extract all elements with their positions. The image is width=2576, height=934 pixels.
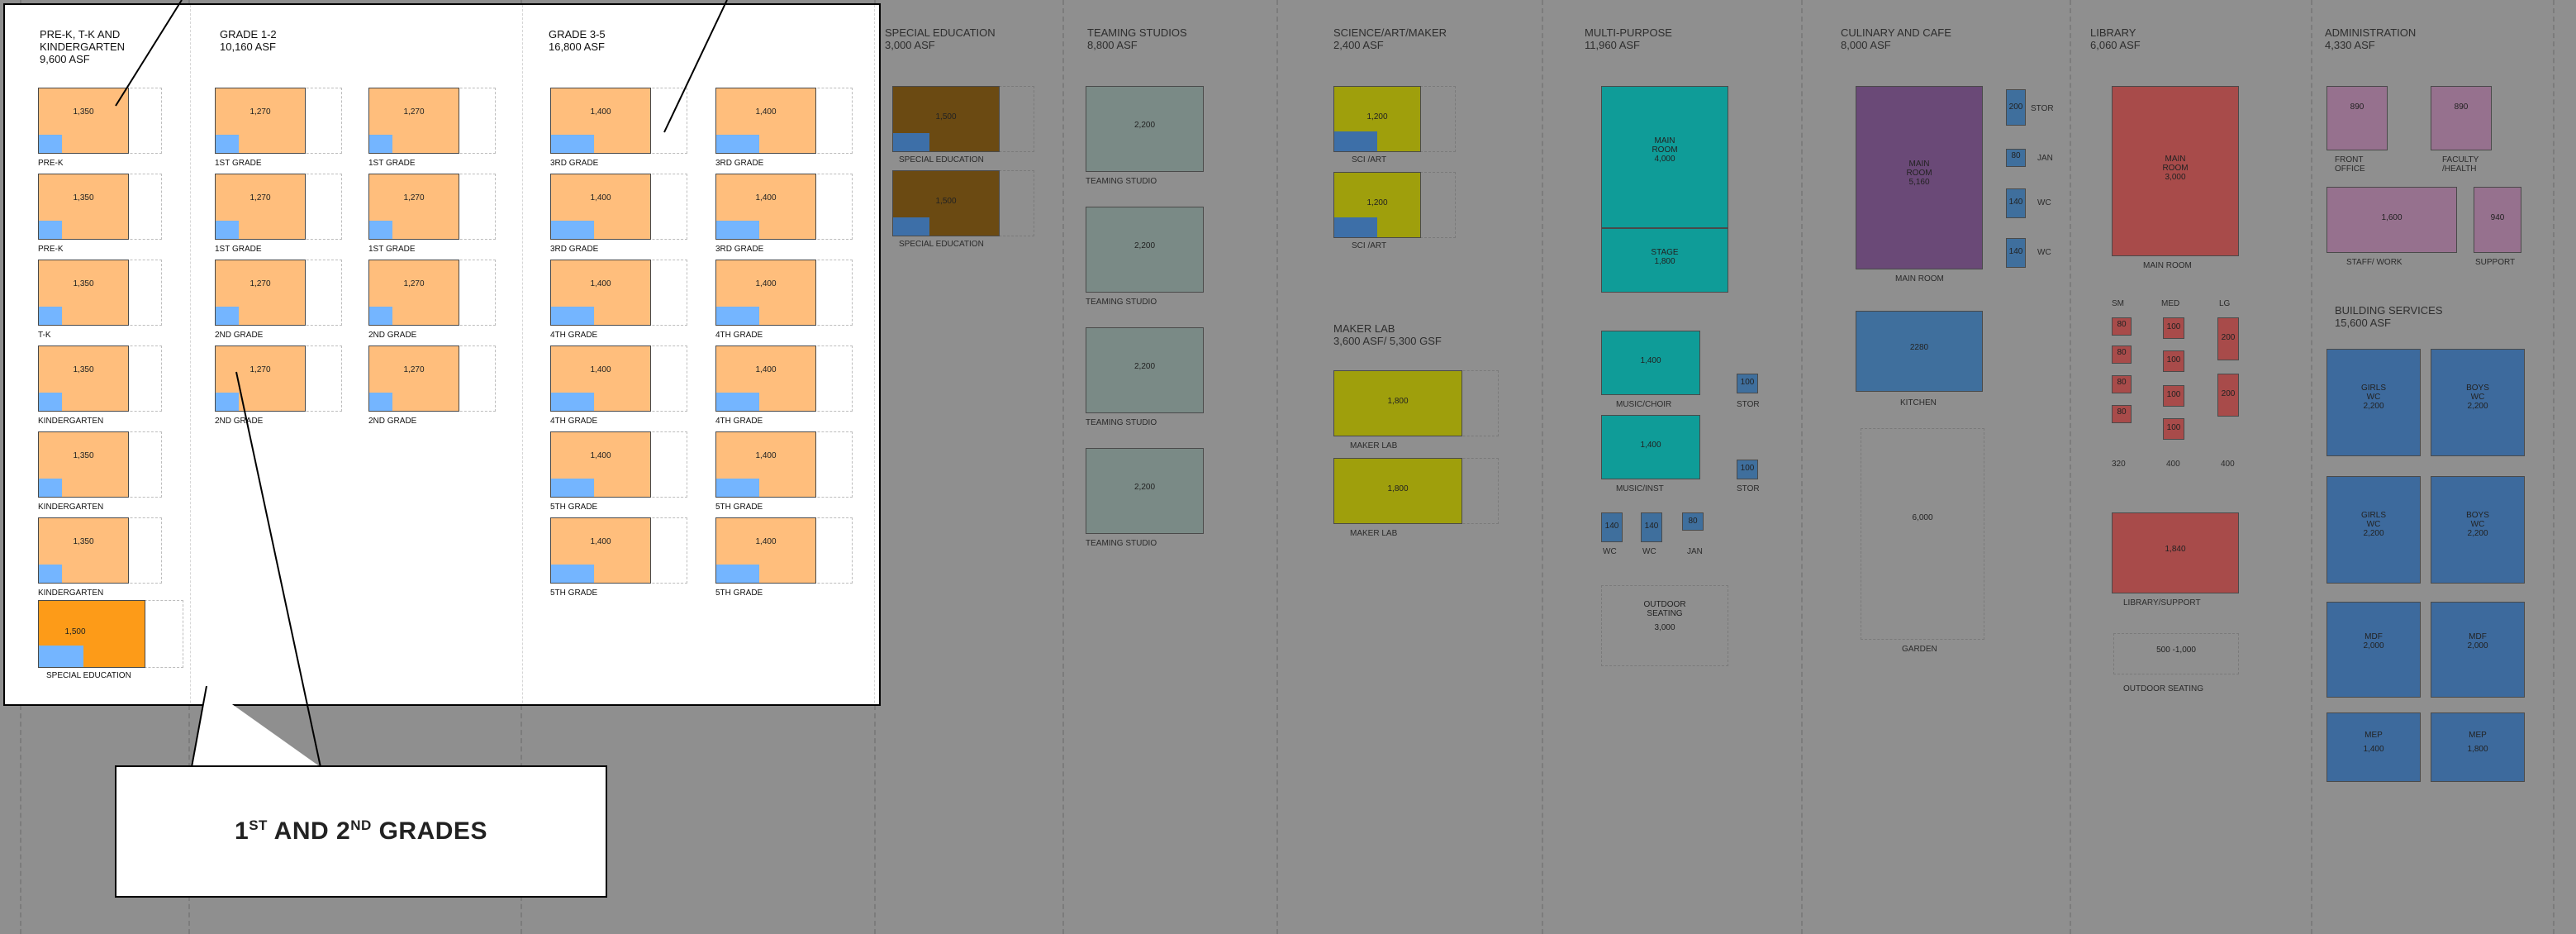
callout-line [235,371,321,768]
pointer-line [663,0,728,133]
callout-box: 1ST AND 2ND GRADES [115,765,607,898]
pointer-line [115,0,183,107]
callout-tail [192,686,321,767]
callout-label: 1ST AND 2ND GRADES [235,817,487,845]
